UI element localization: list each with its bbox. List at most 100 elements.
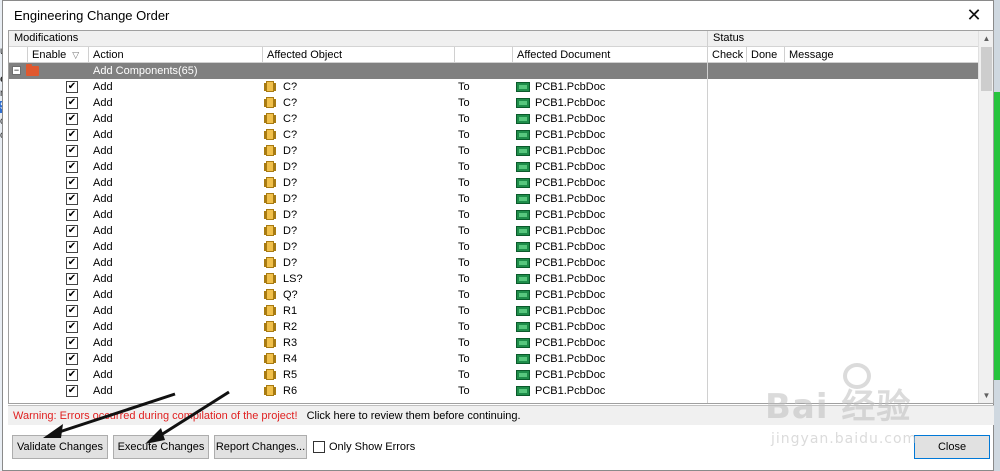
close-button[interactable]: Close — [914, 435, 990, 459]
pcb-document-icon — [516, 274, 530, 284]
column-header-affected-document[interactable]: Affected Document — [513, 47, 708, 63]
action-cell: Add — [93, 369, 113, 381]
table-row[interactable]: ✔ Add D? To PCB1.PcbDoc — [9, 175, 979, 191]
pcb-document-icon — [516, 322, 530, 332]
table-row[interactable]: ✔ Add R5 To PCB1.PcbDoc — [9, 367, 979, 383]
action-cell: Add — [93, 321, 113, 333]
enable-checkbox[interactable]: ✔ — [66, 129, 78, 141]
group-row-add-components[interactable]: − Add Components(65) — [9, 63, 979, 79]
validate-changes-button[interactable]: Validate Changes — [12, 435, 108, 459]
table-row[interactable]: ✔ Add D? To PCB1.PcbDoc — [9, 191, 979, 207]
to-cell: To — [458, 369, 470, 381]
affected-document-cell: PCB1.PcbDoc — [535, 305, 606, 317]
affected-object-cell: R6 — [283, 385, 298, 397]
table-row[interactable]: ✔ Add C? To PCB1.PcbDoc — [9, 111, 979, 127]
table-row[interactable]: ✔ Add D? To PCB1.PcbDoc — [9, 207, 979, 223]
scroll-down-arrow-icon[interactable]: ▼ — [979, 388, 993, 403]
table-row[interactable]: ✔ Add R2 To PCB1.PcbDoc — [9, 319, 979, 335]
table-row[interactable]: ✔ Add R3 To PCB1.PcbDoc — [9, 335, 979, 351]
affected-object-cell: Q? — [283, 289, 298, 301]
only-show-errors-checkbox[interactable]: Only Show Errors — [313, 440, 415, 456]
enable-checkbox[interactable]: ✔ — [66, 193, 78, 205]
table-row[interactable]: ✔ Add R6 To PCB1.PcbDoc — [9, 383, 979, 399]
table-row[interactable]: ✔ Add R4 To PCB1.PcbDoc — [9, 351, 979, 367]
column-header-message[interactable]: Message — [785, 47, 979, 63]
report-changes-button[interactable]: Report Changes... — [214, 435, 307, 459]
column-header-affected-object[interactable]: Affected Object — [263, 47, 455, 63]
action-cell: Add — [93, 113, 113, 125]
table-row[interactable]: ✔ Add C? To PCB1.PcbDoc — [9, 95, 979, 111]
to-cell: To — [458, 81, 470, 93]
affected-object-cell: D? — [283, 145, 298, 157]
table-row[interactable]: ✔ Add D? To PCB1.PcbDoc — [9, 239, 979, 255]
table-row[interactable]: ✔ Add D? To PCB1.PcbDoc — [9, 143, 979, 159]
column-header-expand — [9, 47, 28, 63]
enable-checkbox[interactable]: ✔ — [66, 385, 78, 397]
table-row[interactable]: ✔ Add R1 To PCB1.PcbDoc — [9, 303, 979, 319]
enable-checkbox[interactable]: ✔ — [66, 97, 78, 109]
table-row[interactable]: ✔ Add LS? To PCB1.PcbDoc — [9, 271, 979, 287]
table-row[interactable]: ✔ Add D? To PCB1.PcbDoc — [9, 223, 979, 239]
pcb-document-icon — [516, 290, 530, 300]
action-cell: Add — [93, 257, 113, 269]
table-row[interactable]: ✔ Add Q? To PCB1.PcbDoc — [9, 287, 979, 303]
affected-object-cell: R2 — [283, 321, 298, 333]
table-row[interactable]: ✔ Add C? To PCB1.PcbDoc — [9, 127, 979, 143]
column-header-enable[interactable]: Enable ▽ — [28, 47, 89, 63]
close-icon[interactable]: ✕ — [963, 4, 985, 26]
enable-checkbox[interactable]: ✔ — [66, 225, 78, 237]
collapse-icon[interactable]: − — [12, 66, 21, 75]
action-cell: Add — [93, 273, 113, 285]
enable-checkbox[interactable]: ✔ — [66, 113, 78, 125]
component-icon — [264, 113, 276, 124]
pcb-document-icon — [516, 370, 530, 380]
sort-filter-icon[interactable]: ▽ — [72, 50, 79, 60]
enable-checkbox[interactable]: ✔ — [66, 353, 78, 365]
affected-document-cell: PCB1.PcbDoc — [535, 129, 606, 141]
affected-document-cell: PCB1.PcbDoc — [535, 353, 606, 365]
execute-changes-button[interactable]: Execute Changes — [113, 435, 209, 459]
component-icon — [264, 97, 276, 108]
table-row[interactable]: ✔ Add C? To PCB1.PcbDoc — [9, 79, 979, 95]
vertical-scrollbar[interactable]: ▲ ▼ — [978, 31, 993, 403]
affected-object-cell: D? — [283, 177, 298, 189]
scroll-up-arrow-icon[interactable]: ▲ — [979, 31, 993, 46]
enable-checkbox[interactable]: ✔ — [66, 273, 78, 285]
column-header-done[interactable]: Done — [747, 47, 785, 63]
enable-checkbox[interactable]: ✔ — [66, 241, 78, 253]
enable-checkbox[interactable]: ✔ — [66, 305, 78, 317]
affected-document-cell: PCB1.PcbDoc — [535, 273, 606, 285]
component-icon — [264, 273, 276, 284]
enable-checkbox[interactable]: ✔ — [66, 257, 78, 269]
enable-checkbox[interactable]: ✔ — [66, 289, 78, 301]
enable-checkbox[interactable]: ✔ — [66, 145, 78, 157]
action-cell: Add — [93, 305, 113, 317]
enable-checkbox[interactable]: ✔ — [66, 209, 78, 221]
pcb-document-icon — [516, 98, 530, 108]
enable-checkbox[interactable]: ✔ — [66, 81, 78, 93]
affected-object-cell: R1 — [283, 305, 298, 317]
affected-object-cell: R4 — [283, 353, 298, 365]
component-icon — [264, 161, 276, 172]
scrollbar-thumb[interactable] — [981, 47, 992, 91]
changes-grid: Modifications Status Enable ▽ Action Affe… — [8, 30, 994, 404]
component-icon — [264, 289, 276, 300]
to-cell: To — [458, 353, 470, 365]
table-row[interactable]: ✔ Add D? To PCB1.PcbDoc — [9, 255, 979, 271]
enable-checkbox[interactable]: ✔ — [66, 321, 78, 333]
pcb-document-icon — [516, 226, 530, 236]
enable-checkbox[interactable]: ✔ — [66, 177, 78, 189]
action-cell: Add — [93, 337, 113, 349]
review-errors-link[interactable]: Click here to review them before continu… — [307, 410, 521, 422]
column-header-to[interactable] — [455, 47, 513, 63]
component-icon — [264, 369, 276, 380]
affected-object-cell: D? — [283, 161, 298, 173]
checkbox-box[interactable] — [313, 441, 325, 454]
to-cell: To — [458, 113, 470, 125]
table-row[interactable]: ✔ Add D? To PCB1.PcbDoc — [9, 159, 979, 175]
column-header-check[interactable]: Check — [708, 47, 747, 63]
enable-checkbox[interactable]: ✔ — [66, 161, 78, 173]
enable-checkbox[interactable]: ✔ — [66, 337, 78, 349]
enable-checkbox[interactable]: ✔ — [66, 369, 78, 381]
column-header-action[interactable]: Action — [89, 47, 263, 63]
